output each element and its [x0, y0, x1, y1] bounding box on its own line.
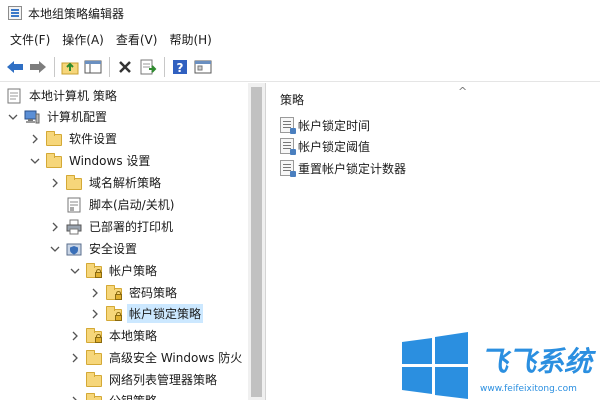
policy-setting-icon: [280, 160, 296, 177]
tree-item-local-policies[interactable]: 本地策略: [68, 325, 159, 346]
chevron-right-icon[interactable]: [88, 307, 102, 321]
chevron-right-icon[interactable]: [48, 220, 62, 234]
tree-item-public-key-policies[interactable]: 公钥策略: [68, 390, 159, 400]
locked-folder-icon: [106, 284, 122, 301]
tree-item-label: 域名解析策略: [89, 176, 162, 190]
tree-scrollbar[interactable]: [248, 83, 265, 400]
up-folder-icon[interactable]: [59, 56, 81, 78]
computer-icon: [24, 109, 40, 125]
toolbar-separator: [109, 56, 110, 77]
tree-item-account-lockout-policy[interactable]: 帐户锁定策略: [88, 303, 204, 324]
tree-item-label: 软件设置: [69, 132, 118, 146]
help-icon[interactable]: ?: [169, 56, 191, 78]
tree-item-label: 公钥策略: [107, 391, 159, 400]
script-icon: [66, 197, 82, 213]
folder-icon: [86, 392, 102, 400]
scrollbar-thumb[interactable]: [251, 87, 262, 397]
folder-icon: [66, 174, 82, 191]
folder-icon: [46, 130, 62, 147]
chevron-right-icon[interactable]: [68, 329, 82, 343]
console-tree: 本地计算机 策略 计算机配置 软件设置 Windows 设置 域名解析策略 脚本…: [0, 83, 266, 400]
locked-folder-icon: [106, 305, 122, 322]
policy-row-lockout-threshold[interactable]: 帐户锁定阈值: [280, 136, 370, 156]
window-title: 本地组策略编辑器: [28, 6, 125, 21]
tree-item-scripts[interactable]: 脚本(启动/关机): [66, 194, 176, 215]
watermark-url-text: www.feifeixitong.com: [480, 384, 577, 394]
policy-setting-icon: [280, 138, 296, 155]
menu-bar: 文件(F) 操作(A) 查看(V) 帮助(H): [0, 26, 600, 52]
folder-icon: [86, 349, 102, 366]
policy-label: 帐户锁定时间: [298, 118, 371, 133]
locked-folder-icon: [86, 327, 102, 344]
policy-doc-icon: [6, 88, 22, 104]
tree-item-label: 安全设置: [89, 242, 138, 256]
tree-item-software-settings[interactable]: 软件设置: [28, 128, 119, 149]
title-bar: 本地组策略编辑器: [0, 0, 600, 26]
app-icon: [8, 6, 22, 20]
tree-item-advanced-firewall[interactable]: 高级安全 Windows 防火: [68, 347, 244, 368]
watermark-brand-text: 飞飞系统: [480, 345, 593, 378]
tree-item-label: 已部署的打印机: [89, 220, 174, 234]
chevron-right-icon[interactable]: [88, 286, 102, 300]
tree-item-windows-settings[interactable]: Windows 设置: [28, 150, 152, 171]
folder-icon: [86, 371, 102, 388]
chevron-down-icon[interactable]: [6, 110, 20, 124]
policy-setting-icon: [280, 117, 296, 134]
toolbar: ?: [0, 52, 600, 82]
tree-item-network-list-manager[interactable]: 网络列表管理器策略: [86, 369, 219, 390]
show-hide-tree-icon[interactable]: [82, 56, 104, 78]
tree-item-computer-config[interactable]: 计算机配置: [6, 106, 109, 127]
chevron-down-icon[interactable]: [28, 154, 42, 168]
policy-label: 帐户锁定阈值: [298, 139, 371, 154]
locked-folder-icon: [86, 262, 102, 279]
menu-view[interactable]: 查看(V): [110, 29, 164, 50]
chevron-right-icon[interactable]: [68, 394, 82, 400]
sort-indicator[interactable]: ^: [458, 85, 467, 98]
tree-item-account-policies[interactable]: 帐户策略: [68, 260, 159, 281]
menu-file[interactable]: 文件(F): [4, 29, 56, 50]
tree-item-deployed-printers[interactable]: 已部署的打印机: [48, 216, 175, 237]
svg-text:?: ?: [177, 61, 184, 75]
tree-item-label: 高级安全 Windows 防火: [109, 351, 243, 365]
chevron-right-icon[interactable]: [28, 132, 42, 146]
chevron-down-icon[interactable]: [48, 242, 62, 256]
tree-item-label: 密码策略: [129, 286, 178, 300]
tree-item-label: 脚本(启动/关机): [89, 198, 175, 212]
policy-label: 重置帐户锁定计数器: [298, 161, 407, 176]
export-list-icon[interactable]: [137, 56, 159, 78]
toolbar-separator: [54, 56, 55, 77]
column-header-policy[interactable]: 策略: [280, 91, 304, 108]
tree-item-label: 计算机配置: [47, 110, 108, 124]
properties-icon[interactable]: [192, 56, 214, 78]
tree-item-name-resolution-policy[interactable]: 域名解析策略: [48, 172, 163, 193]
tree-item-local-computer-policy[interactable]: 本地计算机 策略: [6, 85, 119, 106]
tree-item-label: 本地策略: [109, 329, 158, 343]
forward-arrow-icon[interactable]: [27, 56, 49, 78]
back-arrow-icon[interactable]: [4, 56, 26, 78]
toolbar-separator: [164, 56, 165, 77]
chevron-down-icon[interactable]: [68, 264, 82, 278]
delete-icon[interactable]: [114, 56, 136, 78]
chevron-right-icon[interactable]: [48, 176, 62, 190]
policy-row-lockout-duration[interactable]: 帐户锁定时间: [280, 115, 370, 135]
policy-row-reset-lockout-counter[interactable]: 重置帐户锁定计数器: [280, 158, 406, 178]
watermark: 飞飞系统 www.feifeixitong.com: [400, 332, 600, 400]
chevron-right-icon[interactable]: [68, 351, 82, 365]
tree-item-security-settings[interactable]: 安全设置: [48, 238, 139, 259]
security-icon: [66, 241, 82, 257]
printer-icon: [66, 219, 82, 235]
tree-item-label: Windows 设置: [69, 154, 151, 168]
tree-item-label: 本地计算机 策略: [29, 89, 117, 103]
menu-help[interactable]: 帮助(H): [163, 29, 217, 50]
tree-item-password-policy[interactable]: 密码策略: [88, 282, 179, 303]
menu-action[interactable]: 操作(A): [56, 29, 110, 50]
folder-icon: [46, 152, 62, 169]
tree-item-label: 帐户策略: [109, 264, 158, 278]
tree-item-label: 网络列表管理器策略: [109, 373, 218, 387]
tree-item-label: 帐户锁定策略: [127, 304, 204, 323]
